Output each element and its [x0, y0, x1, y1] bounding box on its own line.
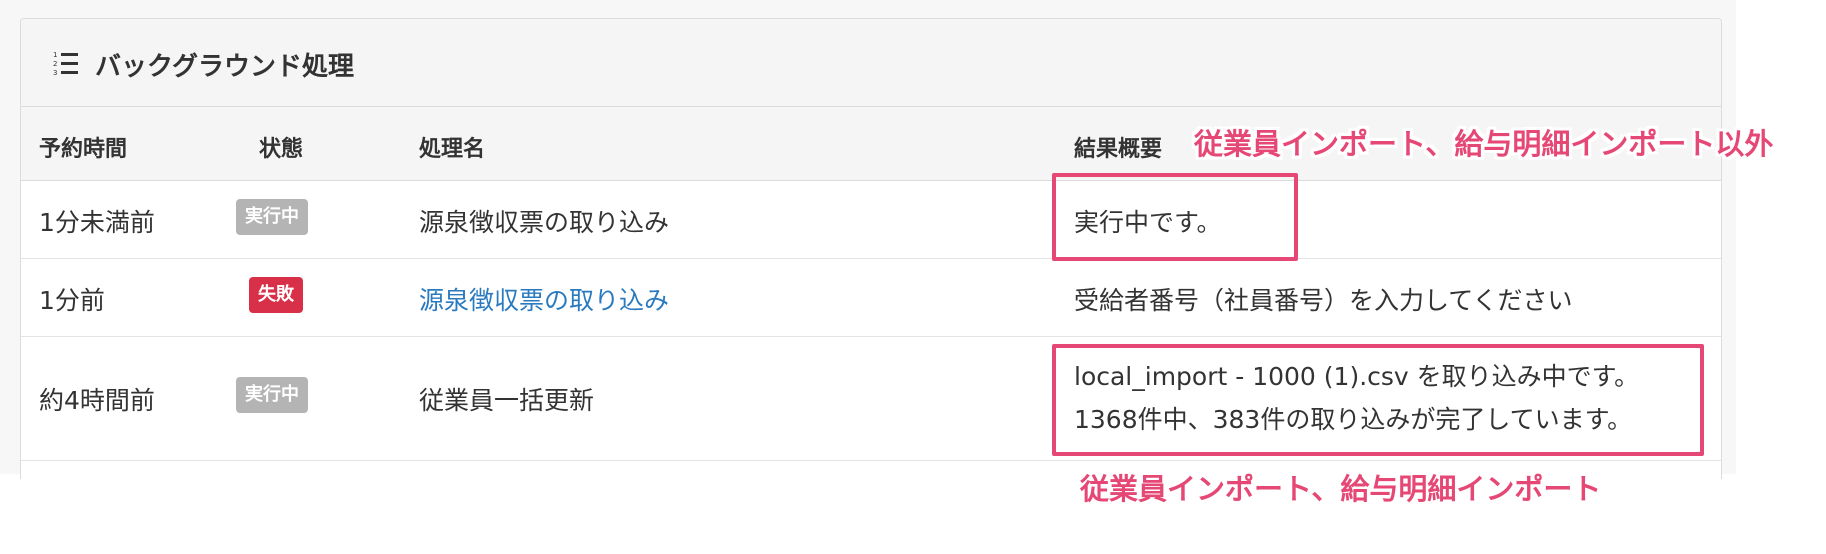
panel-title: バックグラウンド処理 — [95, 52, 354, 82]
scheduled-time: 1分前 — [39, 286, 105, 315]
column-header-scheduled[interactable]: 予約時間 — [39, 131, 127, 163]
column-header-status[interactable]: 状態 — [259, 131, 303, 163]
highlight-box-import-result — [1052, 344, 1704, 456]
status-badge: 実行中 — [236, 199, 308, 235]
annotation-top: 従業員インポート、給与明細インポート以外 — [1194, 127, 1774, 161]
ordered-list-icon: 1 2 3 — [53, 51, 78, 76]
job-name: 源泉徴収票の取り込み — [419, 208, 670, 237]
scheduled-time: 約4時間前 — [39, 386, 155, 415]
table-row: 1分前 失敗 源泉徴収票の取り込み 受給者番号（社員番号）を入力してください — [21, 259, 1721, 337]
column-header-result[interactable]: 結果概要 — [1074, 131, 1162, 163]
status-badge: 失敗 — [249, 277, 303, 313]
panel-header: 1 2 3 バックグラウンド処理 — [21, 19, 1721, 107]
svg-text:2: 2 — [53, 60, 57, 68]
job-name: 従業員一括更新 — [419, 386, 595, 415]
result-summary: 受給者番号（社員番号）を入力してください — [1074, 286, 1573, 315]
table-row: 1分未満前 実行中 源泉徴収票の取り込み 実行中です。 — [21, 181, 1721, 259]
status-badge: 実行中 — [236, 377, 308, 413]
svg-text:3: 3 — [53, 69, 57, 76]
highlight-box-running-result — [1052, 173, 1298, 261]
column-header-name[interactable]: 処理名 — [419, 131, 485, 163]
annotation-bottom: 従業員インポート、給与明細インポート — [1080, 472, 1602, 506]
job-name-link[interactable]: 源泉徴収票の取り込み — [419, 281, 669, 317]
scheduled-time: 1分未満前 — [39, 208, 155, 237]
svg-text:1: 1 — [53, 51, 57, 59]
